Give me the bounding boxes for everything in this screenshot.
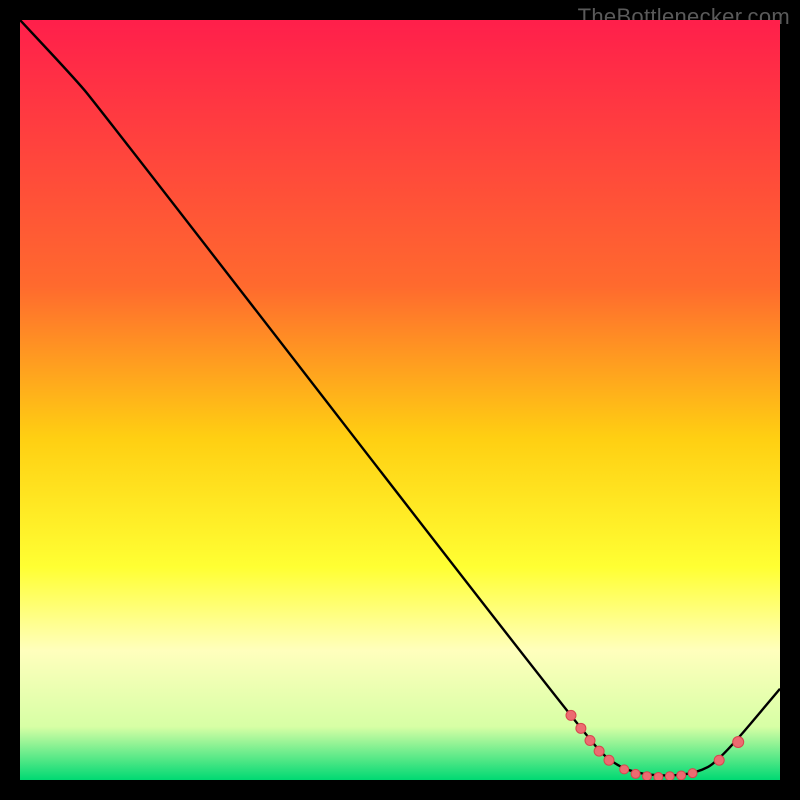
data-marker bbox=[585, 735, 595, 745]
data-marker bbox=[665, 772, 674, 780]
chart-frame: TheBottlenecker.com bbox=[0, 0, 800, 800]
data-marker bbox=[688, 769, 697, 778]
data-marker bbox=[677, 771, 686, 780]
data-marker bbox=[566, 710, 576, 720]
data-marker bbox=[654, 772, 663, 780]
gradient-background bbox=[20, 20, 780, 780]
data-marker bbox=[714, 755, 724, 765]
data-marker bbox=[576, 723, 586, 733]
data-marker bbox=[733, 737, 744, 748]
data-marker bbox=[604, 755, 614, 765]
data-marker bbox=[631, 769, 640, 778]
data-marker bbox=[643, 772, 652, 780]
data-marker bbox=[620, 765, 629, 774]
plot-area bbox=[20, 20, 780, 780]
data-marker bbox=[594, 746, 604, 756]
chart-svg bbox=[20, 20, 780, 780]
